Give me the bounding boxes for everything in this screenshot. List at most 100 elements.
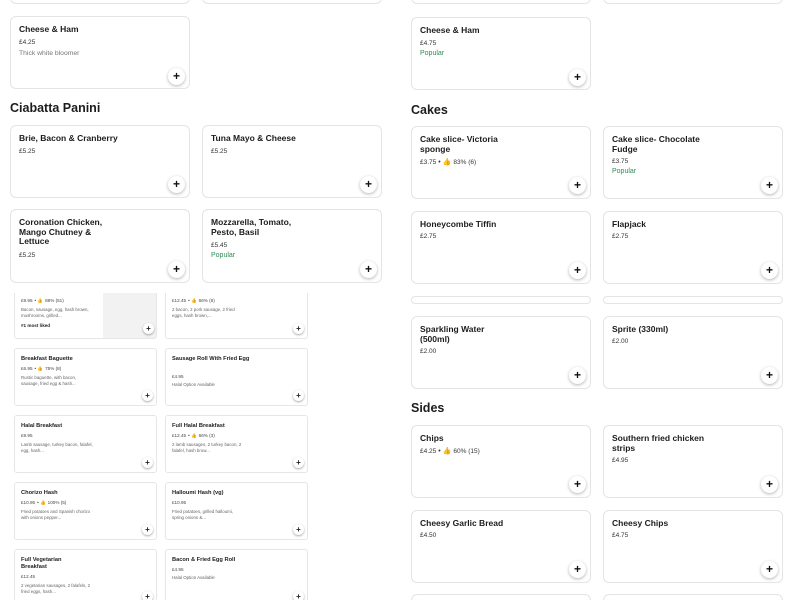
add-item-button[interactable]: + bbox=[761, 561, 778, 578]
embedded-menu-card[interactable]: £9.95 • 👍 88% (51) Bacon, sausage, egg, ha… bbox=[14, 293, 157, 339]
embedded-rating: 66% (3) bbox=[198, 433, 215, 438]
menu-item-card[interactable]: Mozzarella, Tomato, Pesto, Basil £5.45 P… bbox=[202, 209, 382, 283]
add-item-button[interactable]: + bbox=[293, 591, 304, 600]
embedded-item-description: 2 bacon, 2 pork sausage, 2 fried eggs, h… bbox=[172, 307, 235, 318]
menu-item-card[interactable]: Chips £4.25 • 👍 60% (15) + bbox=[411, 425, 591, 498]
embedded-price-rating: £12.45 • 👍 66% (8) bbox=[172, 298, 215, 304]
menu-item-card[interactable]: Sparkling Water (500ml) £2.00 + bbox=[411, 316, 591, 389]
embedded-menu-card[interactable]: Bacon & Fried Egg Roll £4.95 Halal Optio… bbox=[165, 549, 308, 600]
add-item-button[interactable]: + bbox=[569, 367, 586, 384]
embedded-rating: 75% (8) bbox=[45, 366, 62, 371]
embedded-price-rating: £12.45 • 👍 66% (3) bbox=[172, 433, 215, 439]
embedded-item-name: Breakfast Baguette bbox=[21, 356, 73, 362]
thumbs-up-icon: • 👍 bbox=[438, 159, 452, 166]
embedded-menu-card[interactable]: Full Vegetarian Breakfast £12.45 2 veget… bbox=[14, 549, 157, 600]
item-price: £5.25 bbox=[19, 148, 36, 155]
add-item-button[interactable]: + bbox=[569, 177, 586, 194]
item-name: Honeycombe Tiffin bbox=[420, 219, 497, 229]
menu-item-card[interactable]: Cake slice- Chocolate Fudge £3.75 Popula… bbox=[603, 126, 783, 199]
item-price: £4.75 bbox=[612, 532, 629, 539]
thumbs-up-icon: • 👍 bbox=[37, 500, 46, 505]
item-price: £2.75 bbox=[420, 233, 437, 240]
add-item-button[interactable]: + bbox=[142, 524, 153, 535]
add-item-button[interactable]: + bbox=[569, 561, 586, 578]
embedded-menu-card[interactable]: Halal Breakfast £9.95 Lamb sausage, turk… bbox=[14, 415, 157, 473]
partial-card bbox=[603, 296, 783, 304]
add-item-button[interactable]: + bbox=[168, 176, 185, 193]
add-item-button[interactable]: + bbox=[360, 176, 377, 193]
embedded-item-price: £10.95 bbox=[21, 500, 36, 505]
add-item-button[interactable]: + bbox=[142, 390, 153, 401]
partial-card bbox=[603, 0, 783, 4]
price-rating-row: £3.75 • 👍 83% (6) bbox=[420, 158, 476, 167]
item-name: Chips bbox=[420, 433, 444, 443]
item-name: Cheesy Garlic Bread bbox=[420, 518, 504, 528]
add-item-button[interactable]: + bbox=[761, 262, 778, 279]
add-item-button[interactable]: + bbox=[293, 457, 304, 468]
item-name: Cheese & Ham bbox=[19, 24, 79, 34]
embedded-item-description: 2 lamb sausages, 2 turkey bacon, 2 falaf… bbox=[172, 442, 242, 453]
add-item-button[interactable]: + bbox=[142, 457, 153, 468]
menu-item-card[interactable]: Southern fried chicken strips £4.95 + bbox=[603, 425, 783, 498]
menu-item-card[interactable]: Brie, Bacon & Cranberry £5.25 + bbox=[10, 125, 190, 198]
menu-item-card[interactable]: Coronation Chicken, Mango Chutney & Lett… bbox=[10, 209, 190, 283]
add-item-button[interactable]: + bbox=[569, 69, 586, 86]
add-item-button[interactable]: + bbox=[761, 476, 778, 493]
item-name: Sparkling Water (500ml) bbox=[420, 324, 485, 344]
embedded-item-name: Halloumi Hash (vg) bbox=[172, 490, 224, 496]
add-item-button[interactable]: + bbox=[360, 261, 377, 278]
menu-item-card[interactable]: Cheesy Chips £4.75 + bbox=[603, 510, 783, 583]
embedded-rating: 88% (51) bbox=[45, 298, 64, 303]
menu-item-card[interactable]: Cheesy Garlic Bread £4.50 + bbox=[411, 510, 591, 583]
menu-item-card[interactable]: Cheese & Ham £4.25 Thick white bloomer + bbox=[10, 16, 190, 89]
most-liked-badge: #1 most liked bbox=[21, 323, 51, 328]
embedded-menu-card[interactable]: Chorizo Hash £10.95 • 👍 100% (5) Fried pot… bbox=[14, 482, 157, 540]
embedded-item-name: Sausage Roll With Fried Egg bbox=[172, 356, 250, 362]
menu-item-card[interactable]: Honeycombe Tiffin £2.75 + bbox=[411, 211, 591, 284]
add-item-button[interactable]: + bbox=[168, 261, 185, 278]
item-name: Brie, Bacon & Cranberry bbox=[19, 133, 118, 143]
add-item-button[interactable]: + bbox=[142, 591, 153, 600]
embedded-item-description: 2 vegetarian sausages, 2 falafels, 2 fri… bbox=[21, 583, 91, 594]
embedded-item-price: £12.45 bbox=[172, 298, 187, 303]
embedded-rating: 66% (8) bbox=[198, 298, 215, 303]
item-price: £5.25 bbox=[19, 252, 36, 259]
partial-card bbox=[411, 594, 591, 600]
add-item-button[interactable]: + bbox=[569, 476, 586, 493]
menu-item-card[interactable]: Sprite (330ml) £2.00 + bbox=[603, 316, 783, 389]
embedded-price-rating: £10.95 • 👍 100% (5) bbox=[21, 500, 66, 506]
item-price: £3.75 bbox=[420, 158, 437, 166]
embedded-price-rating: £9.95 • 👍 88% (51) bbox=[21, 298, 64, 304]
item-price: £3.75 bbox=[612, 158, 629, 165]
item-name: Sprite (330ml) bbox=[612, 324, 669, 334]
embedded-menu-card[interactable]: Breakfast Baguette £6.95 • 👍 75% (8) Rusti… bbox=[14, 348, 157, 406]
item-price: £2.00 bbox=[420, 348, 437, 355]
item-name: Mozzarella, Tomato, Pesto, Basil bbox=[211, 217, 292, 237]
add-item-button[interactable]: + bbox=[569, 262, 586, 279]
menu-item-card[interactable]: Cheese & Ham £4.75 Popular + bbox=[411, 17, 591, 90]
add-item-button[interactable]: + bbox=[761, 367, 778, 384]
add-item-button[interactable]: + bbox=[293, 323, 304, 334]
menu-item-card[interactable]: Tuna Mayo & Cheese £5.25 + bbox=[202, 125, 382, 198]
embedded-item-name: Bacon & Fried Egg Roll bbox=[172, 557, 236, 563]
section-title-sides: Sides bbox=[411, 401, 445, 415]
add-item-button[interactable]: + bbox=[168, 68, 185, 85]
item-name: Flapjack bbox=[612, 219, 647, 229]
embedded-menu-card[interactable]: Halloumi Hash (vg) £10.95 Fried potatoes… bbox=[165, 482, 308, 540]
partial-card bbox=[603, 594, 783, 600]
menu-item-card[interactable]: Cake slice- Victoria sponge £3.75 • 👍 83… bbox=[411, 126, 591, 199]
menu-item-card[interactable]: Flapjack £2.75 + bbox=[603, 211, 783, 284]
add-item-button[interactable]: + bbox=[143, 323, 154, 334]
add-item-button[interactable]: + bbox=[293, 524, 304, 535]
embedded-item-price: £6.95 bbox=[21, 366, 33, 371]
embedded-item-name: Full Vegetarian Breakfast bbox=[21, 557, 62, 570]
item-price: £5.25 bbox=[211, 148, 228, 155]
embedded-item-description: Rustic baguette, with bacon, sausage, fr… bbox=[21, 375, 77, 386]
embedded-menu-card[interactable]: £12.45 • 👍 66% (8) 2 bacon, 2 pork sausage… bbox=[165, 293, 308, 339]
embedded-menu-card[interactable]: Full Halal Breakfast £12.45 • 👍 66% (3) 2 … bbox=[165, 415, 308, 473]
embedded-item-name: Halal Breakfast bbox=[21, 423, 63, 429]
thumbs-up-icon: • 👍 bbox=[188, 433, 197, 438]
add-item-button[interactable]: + bbox=[761, 177, 778, 194]
embedded-menu-card[interactable]: Sausage Roll With Fried Egg £4.95 Halal … bbox=[165, 348, 308, 406]
add-item-button[interactable]: + bbox=[293, 390, 304, 401]
